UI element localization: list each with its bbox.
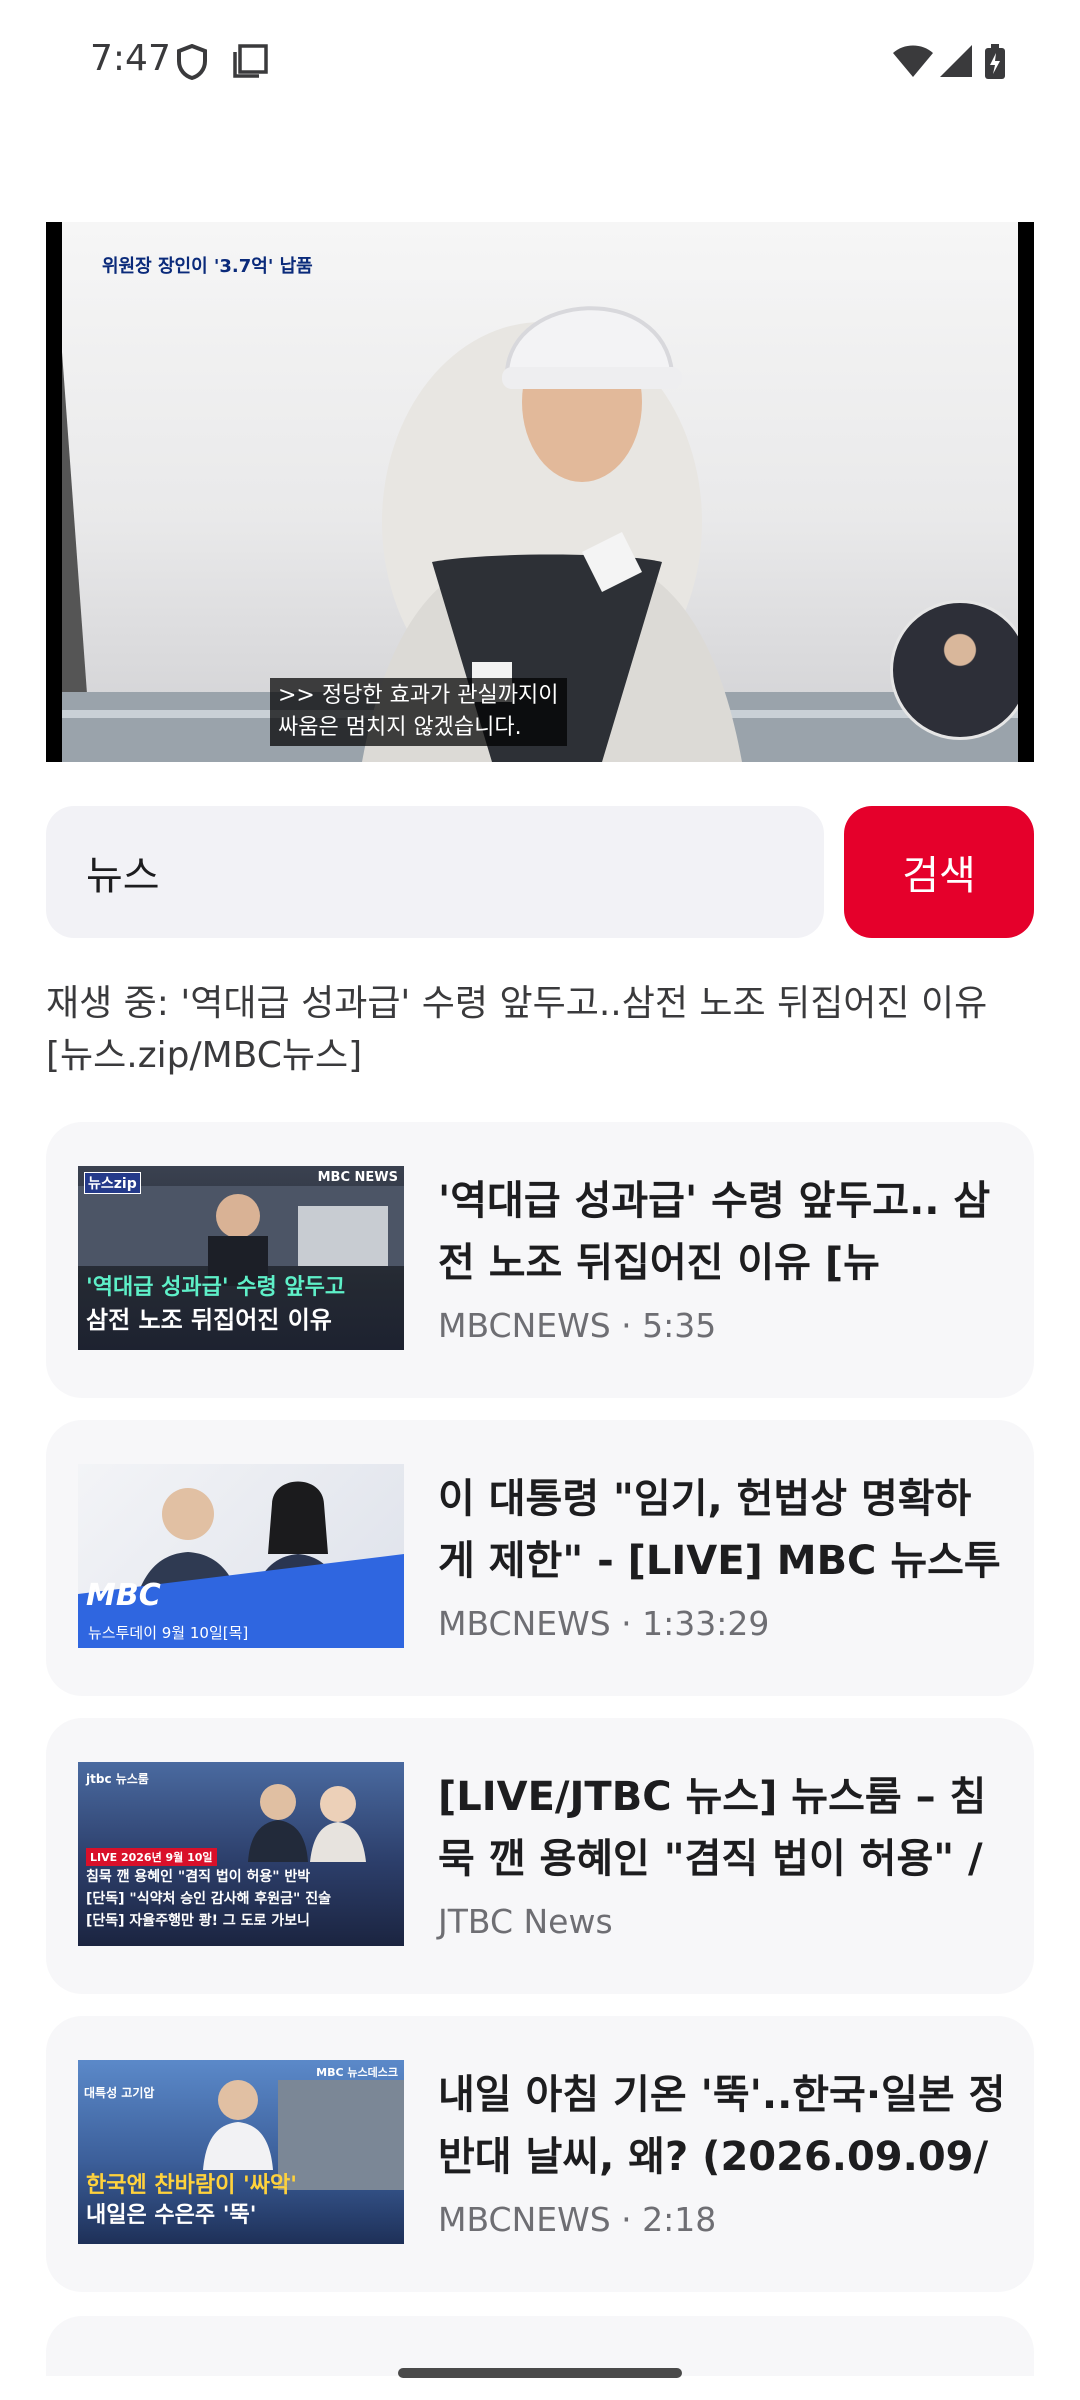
video-subtitle: >> 정당한 효과가 관실까지이 싸움은 멈치지 않겠습니다. (270, 678, 567, 746)
video-frame: 위원장 장인이 '3.7억' 납품 >> 정당한 효과가 관실까지이 싸움은 멈… (62, 222, 1018, 762)
video-player[interactable]: 위원장 장인이 '3.7억' 납품 >> 정당한 효과가 관실까지이 싸움은 멈… (46, 222, 1034, 762)
video-thumbnail: 뉴스zip MBC NEWS '역대급 성과급' 수령 앞두고 삼전 노조 뒤집… (78, 1166, 404, 1350)
thumbnail-brand: MBC 뉴스데스크 (316, 2066, 398, 2079)
video-thumbnail: 대특성 고기압 MBC 뉴스데스크 한국엔 찬바람이 '싸악' 내일은 수은주 … (78, 2060, 404, 2244)
subtitle-line-1: >> 정당한 효과가 관실까지이 (278, 683, 559, 708)
thumbnail-headline-2: 삼전 노조 뒤집어진 이유 (86, 1306, 332, 1334)
thumbnail-line-3: [단독] 자율주행만 쾅! 그 도로 가보니 (86, 1913, 310, 1929)
video-meta: MBCNEWS · 1:33:29 (438, 1604, 770, 1643)
signal-icon (938, 44, 974, 82)
video-overlay-title: 위원장 장인이 '3.7억' 납품 (102, 256, 313, 277)
video-list-item[interactable]: 뉴스zip MBC NEWS '역대급 성과급' 수령 앞두고 삼전 노조 뒤집… (46, 1122, 1034, 1398)
status-time: 7:47 (90, 38, 171, 79)
video-title: [LIVE/JTBC 뉴스] 뉴스룸 – 침묵 깬 용혜인 "겸직 법이 허용"… (438, 1774, 987, 1882)
video-list-item-partial[interactable] (46, 2316, 1034, 2376)
search-button[interactable]: 검색 (844, 806, 1034, 938)
status-bar: 7:47 (0, 0, 1080, 130)
screenshot-icon (232, 44, 268, 82)
now-playing-text: 재생 중: '역대급 성과급' 수령 앞두고..삼전 노조 뒤집어진 이유 [뉴… (46, 983, 988, 1076)
video-list-item[interactable]: MBC 뉴스투데이 9월 10일[목] 이 대통령 "임기, 헌법상 명확하게 … (46, 1420, 1034, 1696)
thumbnail-tag: 대특성 고기압 (84, 2086, 155, 2100)
shield-icon (176, 43, 208, 84)
subtitle-line-2: 싸움은 멈치지 않겠습니다. (278, 715, 522, 740)
video-title: 이 대통령 "임기, 헌법상 명확하게 제한" - [LIVE] MBC 뉴스투… (438, 1476, 1001, 1584)
home-indicator[interactable] (398, 2368, 682, 2378)
video-title: '역대급 성과급' 수령 앞두고.. 삼전 노조 뒤집어진 이유 [뉴 (438, 1178, 991, 1286)
video-thumbnail: MBC 뉴스투데이 9월 10일[목] (78, 1464, 404, 1648)
video-meta: MBCNEWS · 5:35 (438, 1306, 717, 1345)
thumbnail-line-2: [단독] "식약처 승인 감사해 후원금" 진술 (86, 1891, 331, 1907)
video-meta: MBCNEWS · 2:18 (438, 2200, 717, 2239)
thumbnail-subtitle: 뉴스투데이 9월 10일[목] (88, 1624, 249, 1642)
wifi-icon (892, 44, 934, 82)
battery-charging-icon (984, 44, 1006, 84)
video-list-item[interactable]: 대특성 고기압 MBC 뉴스데스크 한국엔 찬바람이 '싸악' 내일은 수은주 … (46, 2016, 1034, 2292)
thumbnail-tag: jtbc 뉴스룸 (86, 1772, 149, 1786)
video-meta: JTBC News (438, 1902, 613, 1941)
thumbnail-line-1: 침묵 깬 용혜인 "겸직 법이 허용" 반박 (86, 1869, 311, 1885)
video-thumbnail: jtbc 뉴스룸 LIVE 2026년 9월 10일 침묵 깬 용혜인 "겸직 … (78, 1762, 404, 1946)
live-badge: LIVE 2026년 9월 10일 (86, 1848, 217, 1866)
thumbnail-headline-1: 한국엔 찬바람이 '싸악' (86, 2173, 297, 2198)
sign-language-interpreter (890, 600, 1018, 740)
video-list-item[interactable]: jtbc 뉴스룸 LIVE 2026년 9월 10일 침묵 깬 용혜인 "겸직 … (46, 1718, 1034, 1994)
thumbnail-scene (78, 1481, 404, 1648)
thumbnail-headline-2: 내일은 수은주 '뚝' (86, 2203, 257, 2228)
thumbnail-headline-1: '역대급 성과급' 수령 앞두고 (86, 1275, 346, 1300)
thumbnail-brand: MBC NEWS (317, 1170, 398, 1185)
thumbnail-tag: 뉴스zip (84, 1172, 141, 1194)
thumbnail-brand: MBC (86, 1578, 161, 1613)
video-title: 내일 아침 기온 '뚝'..한국·일본 정반대 날씨, 왜? (2026.09.… (438, 2072, 1006, 2180)
search-input[interactable]: 뉴스 (46, 806, 824, 938)
